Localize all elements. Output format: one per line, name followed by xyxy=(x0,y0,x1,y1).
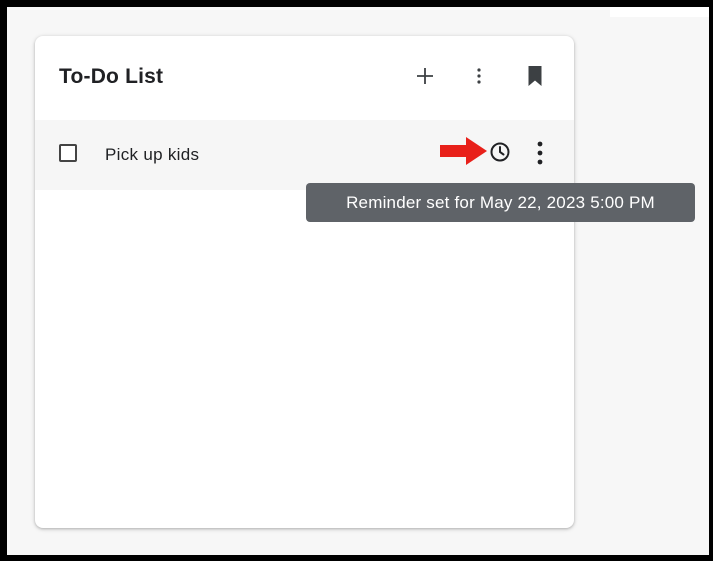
task-label: Pick up kids xyxy=(105,145,200,164)
todo-card: To-Do List Pick up kids xyxy=(35,36,574,528)
top-strip xyxy=(610,7,709,17)
more-vert-icon xyxy=(477,68,481,84)
bookmark-icon xyxy=(528,66,542,86)
list-more-button[interactable] xyxy=(465,62,493,90)
red-arrow-annotation xyxy=(440,137,487,165)
add-icon xyxy=(417,68,433,84)
bookmark-button[interactable] xyxy=(521,62,549,90)
task-more-icon[interactable] xyxy=(528,138,552,168)
card-header: To-Do List xyxy=(35,36,574,120)
card-title: To-Do List xyxy=(59,65,164,88)
task-row[interactable]: Pick up kids xyxy=(35,120,574,190)
reminder-tooltip: Reminder set for May 22, 2023 5:00 PM xyxy=(306,183,695,222)
task-checkbox[interactable] xyxy=(59,144,77,162)
clock-icon[interactable] xyxy=(488,140,512,164)
add-task-button[interactable] xyxy=(411,62,439,90)
